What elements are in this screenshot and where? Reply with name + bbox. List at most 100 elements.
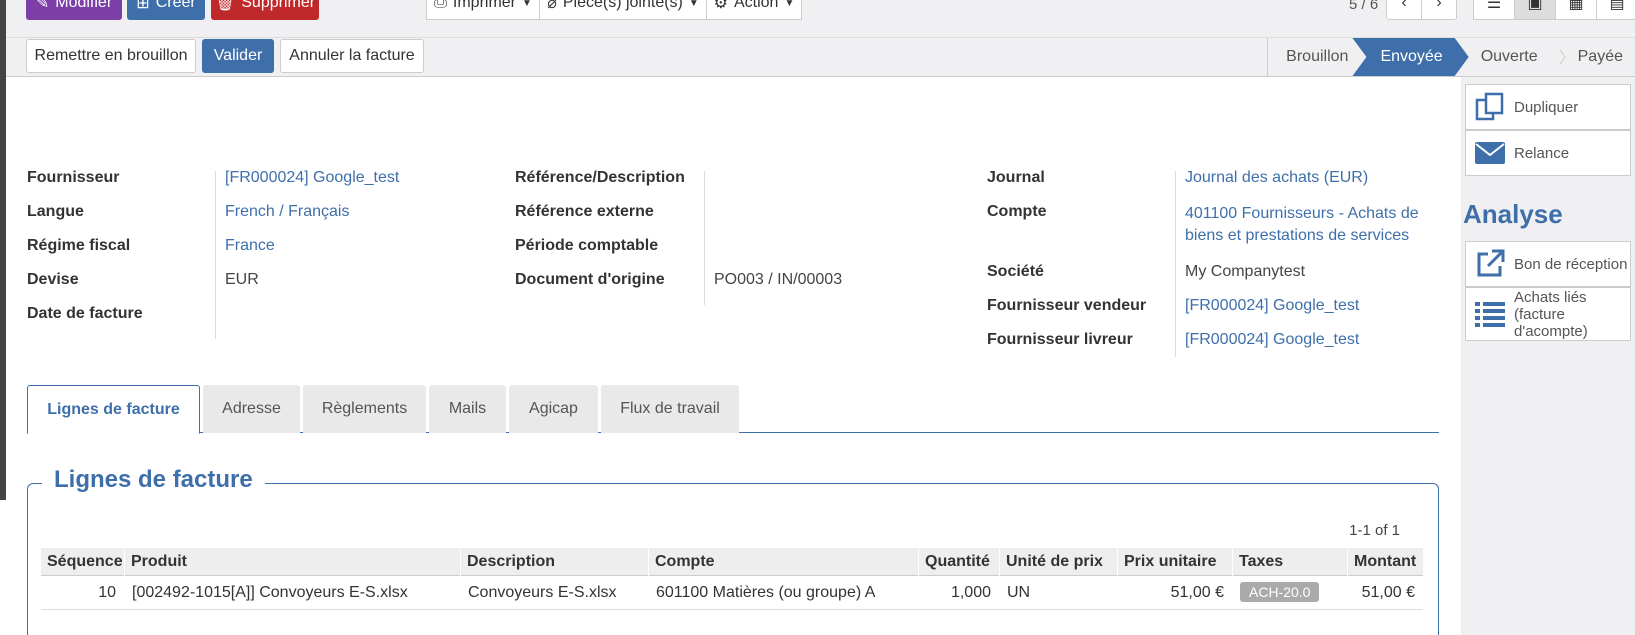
step-envoyee[interactable]: Envoyée bbox=[1352, 38, 1468, 76]
col-unit[interactable]: Unité de prix bbox=[999, 548, 1117, 576]
attachments-button-label: Pièce(s) jointe(s) bbox=[562, 0, 683, 11]
relance-button[interactable]: Relance bbox=[1465, 130, 1631, 176]
gear-icon: ⚙ bbox=[713, 0, 728, 12]
linked-purchases-line1: Achats liés bbox=[1514, 288, 1587, 306]
action-button[interactable]: ⚙ Action ▼ bbox=[706, 0, 802, 20]
create-button-label: Créer bbox=[155, 0, 196, 11]
calendar-view-button[interactable]: ▦ bbox=[1555, 0, 1597, 20]
edit-button-label: Modifier bbox=[55, 0, 113, 11]
list-view-button[interactable]: ☰ bbox=[1473, 0, 1515, 20]
tab-workflow[interactable]: Flux de travail bbox=[601, 385, 739, 433]
envelope-icon bbox=[1475, 142, 1505, 164]
step-payee[interactable]: Payée bbox=[1565, 38, 1635, 76]
tab-invoice-lines[interactable]: Lignes de facture bbox=[27, 385, 200, 434]
invoice-lines-section: Lignes de facture 1-1 of 1 Séquence Prod… bbox=[27, 466, 1439, 635]
cancel-invoice-button[interactable]: Annuler la facture bbox=[280, 39, 424, 73]
col-product[interactable]: Produit bbox=[124, 548, 460, 576]
print-button[interactable]: ⎙ Imprimer ▼ bbox=[426, 0, 540, 20]
tab-agicap[interactable]: Agicap bbox=[509, 385, 598, 433]
vendor-supplier-label: Fournisseur vendeur bbox=[987, 297, 1147, 314]
cell-product: [002492-1015[A]] Convoyeurs E-S.xlsx bbox=[132, 584, 408, 601]
print-icon: ⎙ bbox=[434, 0, 447, 11]
fiscal-regime-value[interactable]: France bbox=[225, 237, 275, 255]
col-unit-price[interactable]: Prix unitaire bbox=[1117, 548, 1232, 576]
table-row[interactable]: 10 [002492-1015[A]] Convoyeurs E-S.xlsx … bbox=[41, 576, 1423, 610]
prev-record-button[interactable]: ‹ bbox=[1386, 0, 1422, 20]
duplicate-icon bbox=[1475, 92, 1504, 121]
tab-mails[interactable]: Mails bbox=[429, 385, 506, 433]
tab-workflow-label: Flux de travail bbox=[620, 400, 720, 417]
caret-down-icon: ▼ bbox=[688, 0, 699, 9]
action-button-label: Action bbox=[733, 0, 779, 11]
paperclip-icon: ⌀ bbox=[547, 0, 557, 12]
tax-badge: ACH-20.0 bbox=[1240, 582, 1320, 602]
account-value-line1: 401100 Fournisseurs - Achats de bbox=[1185, 205, 1419, 222]
journal-value[interactable]: Journal des achats (EUR) bbox=[1185, 169, 1368, 187]
linked-purchases-button[interactable]: Achats liés (facture d'acompte) bbox=[1465, 287, 1631, 341]
trash-icon: 🗑 bbox=[214, 0, 236, 12]
company-value: My Companytest bbox=[1185, 263, 1306, 280]
delivery-supplier-value[interactable]: [FR000024] Google_test bbox=[1185, 331, 1359, 349]
validate-label: Valider bbox=[213, 47, 263, 64]
lines-pager: 1-1 of 1 bbox=[1349, 522, 1400, 539]
col-description[interactable]: Description bbox=[460, 548, 648, 576]
col3-divider bbox=[1175, 171, 1176, 357]
create-button[interactable]: ⊞ Créer bbox=[127, 0, 205, 20]
reception-button[interactable]: Bon de réception bbox=[1465, 241, 1631, 287]
attachments-button[interactable]: ⌀ Pièce(s) jointe(s) ▼ bbox=[539, 0, 707, 20]
step-envoyee-label: Envoyée bbox=[1380, 48, 1443, 65]
delete-button-label: Supprimer bbox=[241, 0, 316, 11]
print-button-label: Imprimer bbox=[452, 0, 516, 11]
step-ouverte[interactable]: Ouverte bbox=[1468, 38, 1560, 76]
currency-value: EUR bbox=[225, 271, 259, 288]
cell-account: 601100 Matières (ou groupe) A bbox=[656, 584, 876, 601]
form-view-button[interactable]: ▣ bbox=[1514, 0, 1556, 20]
reset-draft-button[interactable]: Remettre en brouillon bbox=[26, 39, 196, 73]
col-taxes[interactable]: Taxes bbox=[1232, 548, 1347, 576]
record-pager: 5 / 6 bbox=[1349, 0, 1379, 13]
cell-unit: UN bbox=[1007, 584, 1031, 601]
reference-description-label: Référence/Description bbox=[515, 169, 685, 186]
list-icon bbox=[1475, 302, 1505, 327]
tab-address-label: Adresse bbox=[222, 400, 281, 417]
account-label: Compte bbox=[987, 203, 1047, 220]
graph-icon: ▤ bbox=[1609, 0, 1625, 12]
fiscal-regime-label: Régime fiscal bbox=[27, 237, 131, 254]
account-value[interactable]: 401100 Fournisseurs - Achats de biens et… bbox=[1185, 203, 1419, 247]
vendor-supplier-value[interactable]: [FR000024] Google_test bbox=[1185, 297, 1359, 315]
list-icon: ☰ bbox=[1486, 0, 1502, 12]
duplicate-button[interactable]: Dupliquer bbox=[1465, 84, 1631, 130]
reception-label: Bon de réception bbox=[1514, 255, 1628, 273]
delivery-supplier-label: Fournisseur livreur bbox=[987, 331, 1133, 348]
cell-taxes: ACH-20.0 bbox=[1232, 576, 1347, 610]
next-record-button[interactable]: › bbox=[1421, 0, 1457, 20]
graph-view-button[interactable]: ▤ bbox=[1596, 0, 1635, 20]
delete-button[interactable]: 🗑 Supprimer bbox=[211, 0, 319, 20]
status-steps: Brouillon Envoyée Ouverte Payée bbox=[1267, 38, 1635, 77]
language-value[interactable]: French / Français bbox=[225, 203, 349, 221]
col2-divider bbox=[704, 171, 705, 305]
col-quantity[interactable]: Quantité bbox=[918, 548, 999, 576]
tab-payments[interactable]: Règlements bbox=[303, 385, 426, 433]
currency-label: Devise bbox=[27, 271, 79, 288]
step-payee-label: Payée bbox=[1577, 48, 1623, 65]
validate-button[interactable]: Valider bbox=[202, 39, 274, 73]
step-ouverte-label: Ouverte bbox=[1480, 48, 1538, 65]
reset-draft-label: Remettre en brouillon bbox=[34, 47, 188, 64]
col-sequence[interactable]: Séquence bbox=[41, 548, 124, 576]
tab-invoice-lines-label: Lignes de facture bbox=[47, 400, 180, 418]
cell-quantity: 1,000 bbox=[950, 584, 991, 601]
edit-button[interactable]: ✎ Modifier bbox=[26, 0, 122, 20]
linked-purchases-label: Achats liés (facture d'acompte) bbox=[1514, 289, 1588, 340]
tab-address[interactable]: Adresse bbox=[203, 385, 300, 433]
create-icon: ⊞ bbox=[136, 0, 150, 12]
invoice-lines-title: Lignes de facture bbox=[42, 466, 265, 494]
notebook-tabs: Lignes de facture Adresse Règlements Mai… bbox=[27, 385, 1439, 434]
step-arrow bbox=[1348, 38, 1366, 76]
col-account[interactable]: Compte bbox=[648, 548, 918, 576]
supplier-value[interactable]: [FR000024] Google_test bbox=[225, 169, 399, 187]
cell-unit-price: 51,00 € bbox=[1170, 584, 1224, 601]
cell-sequence: 10 bbox=[98, 584, 116, 601]
col-amount[interactable]: Montant bbox=[1347, 548, 1423, 576]
language-label: Langue bbox=[27, 203, 84, 220]
